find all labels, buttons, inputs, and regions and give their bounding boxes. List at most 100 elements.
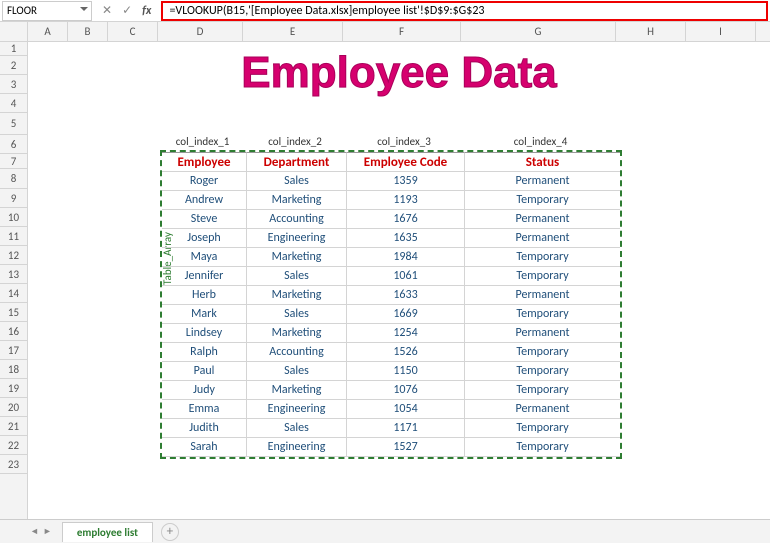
table-header-cell[interactable]: Status xyxy=(465,152,620,172)
row-header[interactable]: 11 xyxy=(0,227,27,246)
row-header[interactable]: 3 xyxy=(0,75,27,94)
row-header[interactable]: 23 xyxy=(0,455,27,474)
table-cell[interactable]: Marketing xyxy=(247,381,347,400)
table-cell[interactable]: Permanent xyxy=(465,400,620,419)
col-header[interactable]: A xyxy=(28,22,68,41)
table-cell[interactable]: 1054 xyxy=(347,400,465,419)
row-header[interactable]: 8 xyxy=(0,169,27,189)
table-cell[interactable]: Accounting xyxy=(247,343,347,362)
col-header[interactable]: D xyxy=(158,22,243,41)
table-cell[interactable]: Engineering xyxy=(247,400,347,419)
table-cell[interactable]: Roger xyxy=(162,172,247,191)
row-header[interactable]: 2 xyxy=(0,56,27,75)
tab-employee-list[interactable]: employee list xyxy=(62,522,153,542)
table-header-cell[interactable]: Department xyxy=(247,152,347,172)
table-cell[interactable]: Herb xyxy=(162,286,247,305)
row-header[interactable]: 19 xyxy=(0,379,27,398)
table-cell[interactable]: 1171 xyxy=(347,419,465,438)
table-header-cell[interactable]: Employee Code xyxy=(347,152,465,172)
table-cell[interactable]: Permanent xyxy=(465,286,620,305)
cells-area[interactable]: Employee Data col_index_1 col_index_2 co… xyxy=(28,42,770,519)
nav-next-icon[interactable]: ► xyxy=(43,526,52,537)
table-cell[interactable]: Permanent xyxy=(465,172,620,191)
table-cell[interactable]: 1254 xyxy=(347,324,465,343)
tab-nav[interactable]: ◄ ► xyxy=(30,526,52,537)
row-header[interactable]: 7 xyxy=(0,154,27,169)
table-cell[interactable]: 1984 xyxy=(347,248,465,267)
table-cell[interactable]: Sarah xyxy=(162,438,247,457)
table-cell[interactable]: 1193 xyxy=(347,191,465,210)
table-cell[interactable]: 1676 xyxy=(347,210,465,229)
table-cell[interactable]: Temporary xyxy=(465,248,620,267)
table-cell[interactable]: Sales xyxy=(247,362,347,381)
nav-prev-icon[interactable]: ◄ xyxy=(30,526,39,537)
table-cell[interactable]: Temporary xyxy=(465,191,620,210)
col-header[interactable]: F xyxy=(343,22,461,41)
table-cell[interactable]: Jennifer xyxy=(162,267,247,286)
table-cell[interactable]: Engineering xyxy=(247,229,347,248)
table-cell[interactable]: Permanent xyxy=(465,229,620,248)
col-header[interactable]: H xyxy=(616,22,686,41)
row-header[interactable]: 21 xyxy=(0,417,27,436)
table-cell[interactable]: Marketing xyxy=(247,191,347,210)
table-cell[interactable]: Accounting xyxy=(247,210,347,229)
col-header[interactable]: E xyxy=(243,22,343,41)
table-cell[interactable]: Temporary xyxy=(465,419,620,438)
table-cell[interactable]: Permanent xyxy=(465,324,620,343)
table-cell[interactable]: Sales xyxy=(247,305,347,324)
table-cell[interactable]: Maya xyxy=(162,248,247,267)
table-cell[interactable]: Sales xyxy=(247,172,347,191)
table-cell[interactable]: Judith xyxy=(162,419,247,438)
row-header[interactable]: 15 xyxy=(0,303,27,322)
row-header[interactable]: 9 xyxy=(0,189,27,208)
row-header[interactable]: 6 xyxy=(0,135,27,154)
row-header[interactable]: 4 xyxy=(0,94,27,113)
row-header[interactable]: 22 xyxy=(0,436,27,455)
cancel-icon[interactable]: ✕ xyxy=(102,3,112,18)
table-cell[interactable]: Joseph xyxy=(162,229,247,248)
row-header[interactable]: 13 xyxy=(0,265,27,284)
row-header[interactable]: 5 xyxy=(0,113,27,135)
enter-icon[interactable]: ✓ xyxy=(122,3,132,18)
table-cell[interactable]: Marketing xyxy=(247,324,347,343)
table-cell[interactable]: Emma xyxy=(162,400,247,419)
table-cell[interactable]: Temporary xyxy=(465,343,620,362)
table-cell[interactable]: Andrew xyxy=(162,191,247,210)
table-cell[interactable]: Marketing xyxy=(247,248,347,267)
add-sheet-button[interactable]: + xyxy=(161,523,179,541)
row-header[interactable]: 16 xyxy=(0,322,27,341)
col-header[interactable]: G xyxy=(461,22,616,41)
table-cell[interactable]: Temporary xyxy=(465,381,620,400)
table-cell[interactable]: 1076 xyxy=(347,381,465,400)
table-cell[interactable]: Sales xyxy=(247,267,347,286)
table-cell[interactable]: Temporary xyxy=(465,267,620,286)
table-cell[interactable]: Temporary xyxy=(465,438,620,457)
table-cell[interactable]: 1150 xyxy=(347,362,465,381)
table-cell[interactable]: Lindsey xyxy=(162,324,247,343)
table-cell[interactable]: 1526 xyxy=(347,343,465,362)
row-header[interactable]: 12 xyxy=(0,246,27,265)
row-header[interactable]: 18 xyxy=(0,360,27,379)
table-cell[interactable]: 1527 xyxy=(347,438,465,457)
table-header-cell[interactable]: Employee xyxy=(162,152,247,172)
row-header[interactable]: 20 xyxy=(0,398,27,417)
row-header[interactable]: 14 xyxy=(0,284,27,303)
table-cell[interactable]: 1669 xyxy=(347,305,465,324)
col-header[interactable]: C xyxy=(108,22,158,41)
table-cell[interactable]: Ralph xyxy=(162,343,247,362)
table-cell[interactable]: Marketing xyxy=(247,286,347,305)
table-cell[interactable]: Engineering xyxy=(247,438,347,457)
row-header[interactable]: 10 xyxy=(0,208,27,227)
table-cell[interactable]: Mark xyxy=(162,305,247,324)
table-cell[interactable]: Temporary xyxy=(465,305,620,324)
fx-icon[interactable]: fx xyxy=(142,4,151,18)
table-cell[interactable]: Permanent xyxy=(465,210,620,229)
table-cell[interactable]: 1633 xyxy=(347,286,465,305)
select-all-corner[interactable] xyxy=(0,22,28,41)
table-cell[interactable]: Judy xyxy=(162,381,247,400)
table-cell[interactable]: 1359 xyxy=(347,172,465,191)
col-header[interactable]: B xyxy=(68,22,108,41)
row-header[interactable]: 1 xyxy=(0,42,27,56)
table-cell[interactable]: Temporary xyxy=(465,362,620,381)
col-header[interactable]: I xyxy=(686,22,756,41)
